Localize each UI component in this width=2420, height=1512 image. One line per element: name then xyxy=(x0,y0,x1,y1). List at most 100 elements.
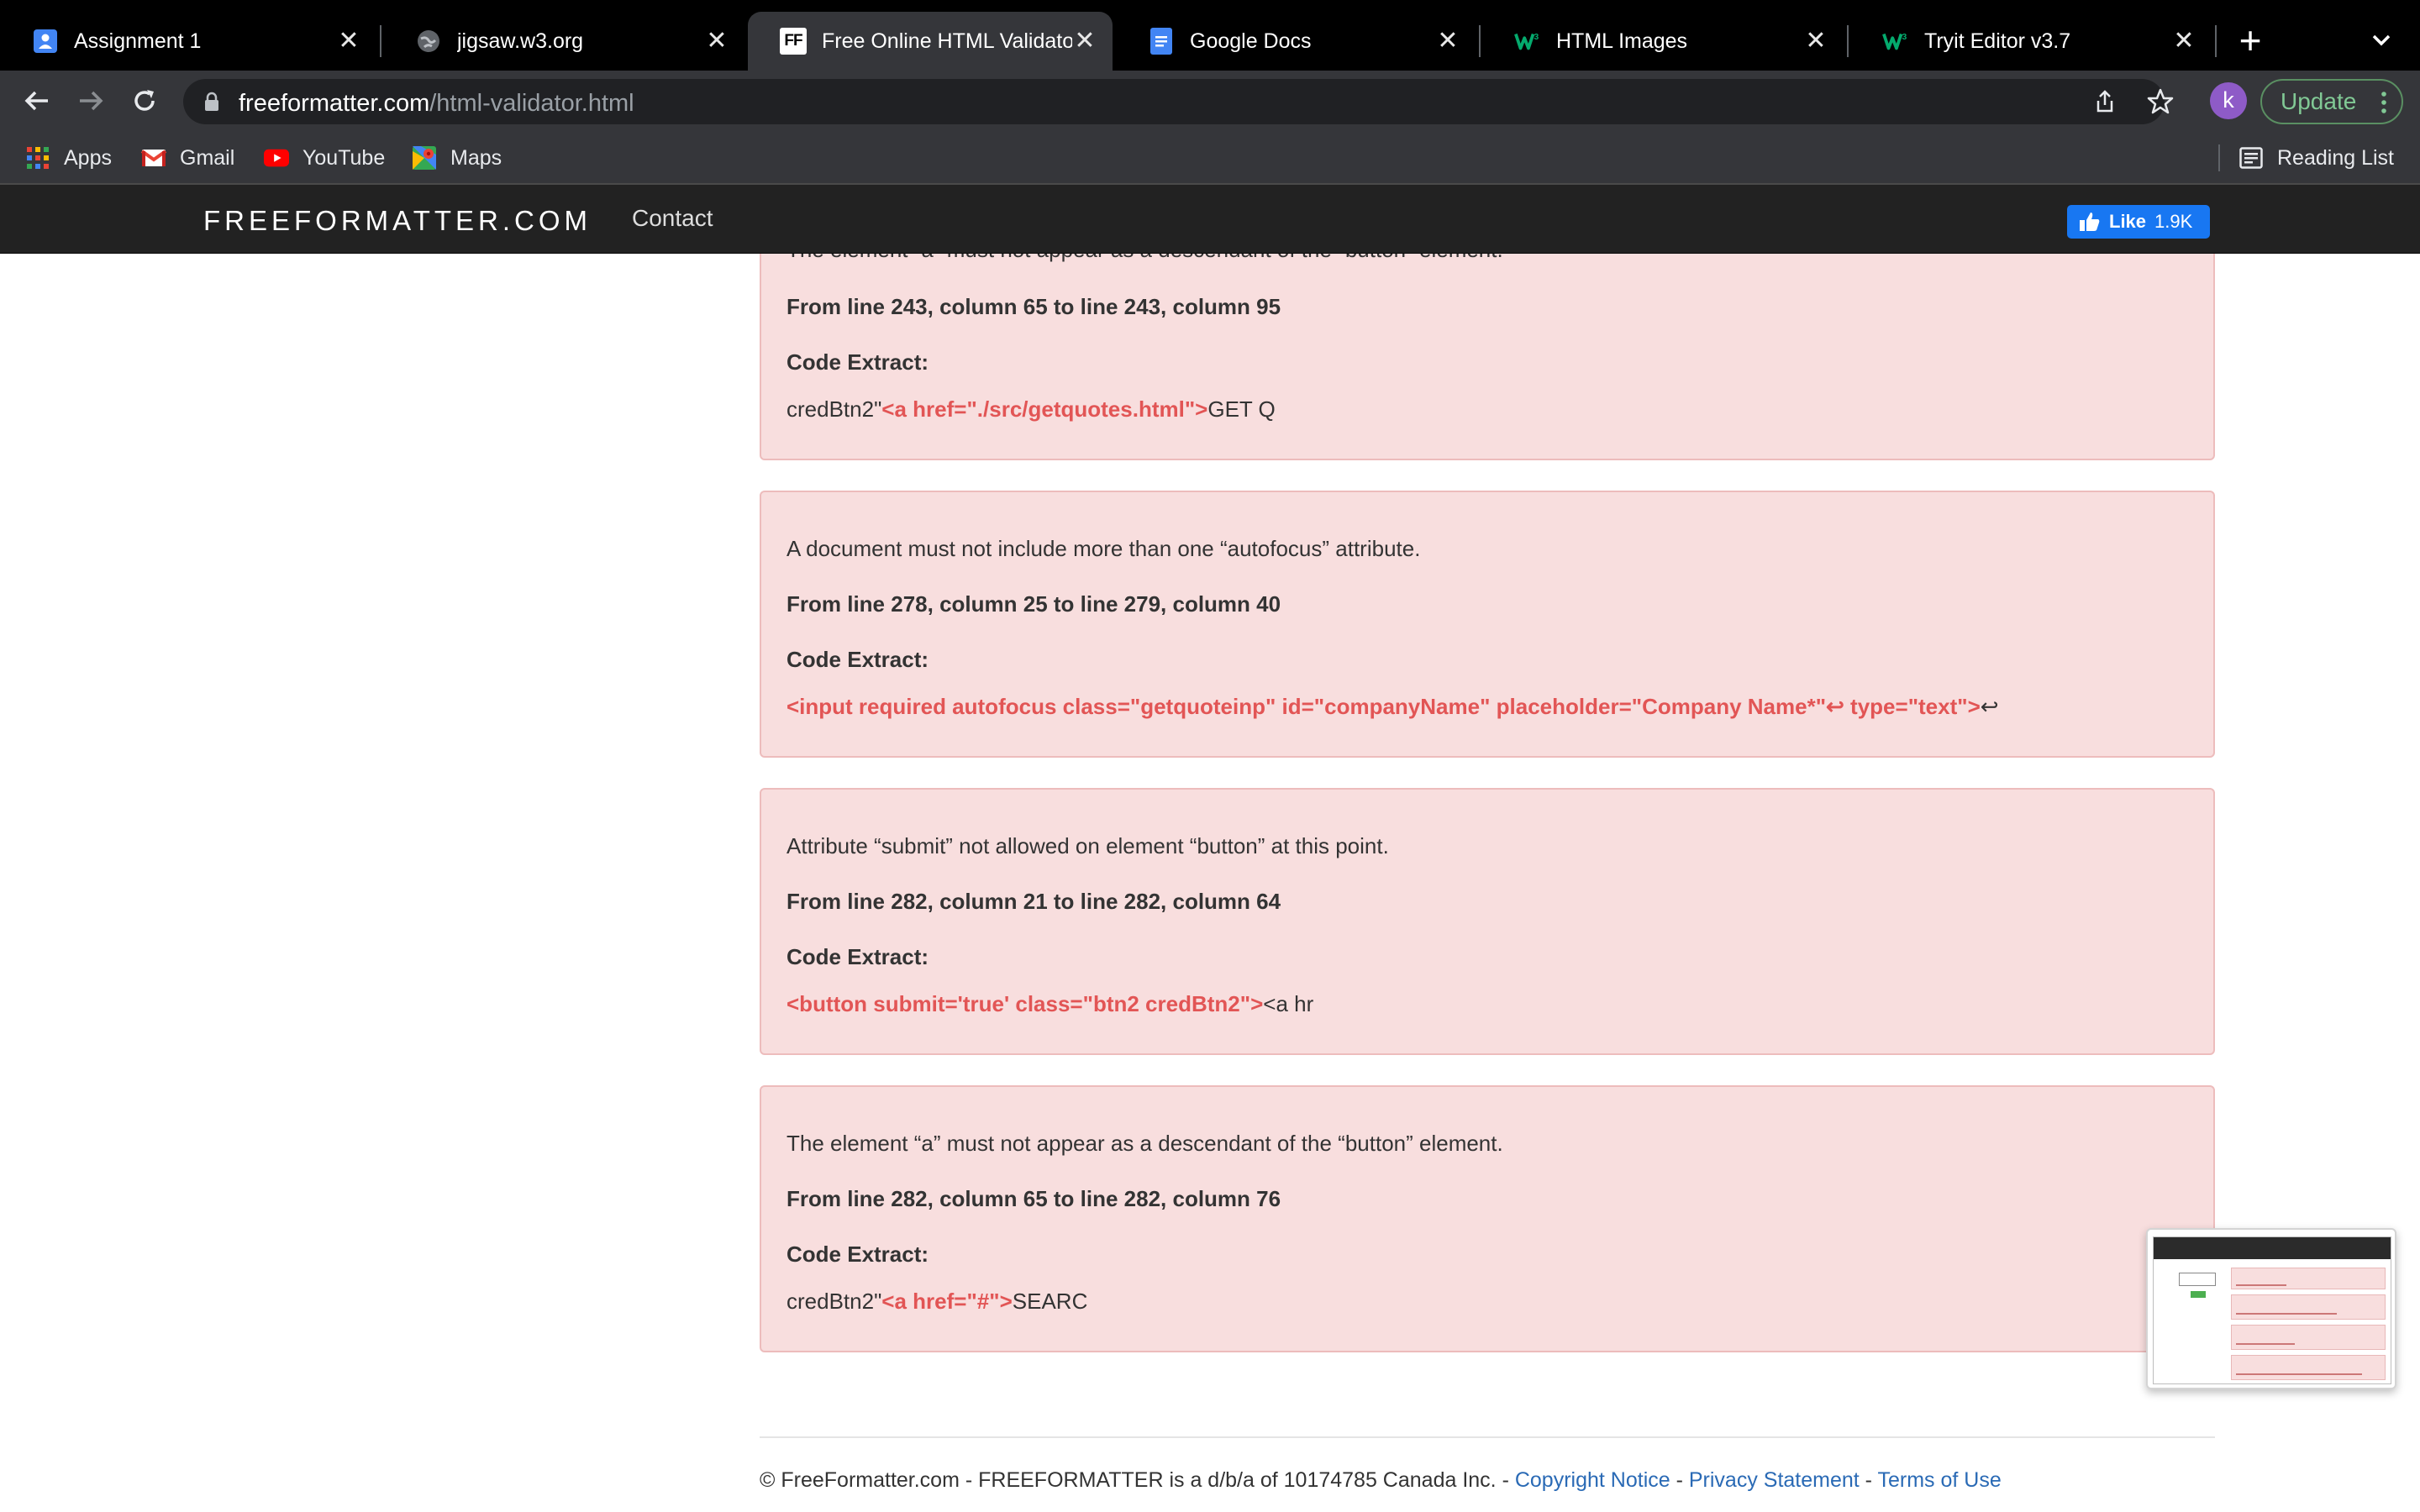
code-plain: ↩ xyxy=(1980,694,1999,719)
bookmark-apps[interactable]: Apps xyxy=(25,143,112,173)
gmail-icon xyxy=(141,145,166,171)
tab-separator xyxy=(2215,25,2217,57)
error-message: A document must not include more than on… xyxy=(786,536,1421,561)
bookmark-label: Maps xyxy=(450,145,502,170)
tab-free-online-html-validator[interactable]: FF Free Online HTML Validator ✕ xyxy=(748,12,1113,71)
footer-divider xyxy=(760,1436,2215,1438)
tab-separator xyxy=(380,25,381,57)
bookmarks-bar: Apps Gmail YouTube Maps Reading List xyxy=(0,131,2420,185)
code-highlight: type="text"> xyxy=(1844,694,1981,719)
tab-separator xyxy=(1479,25,1481,57)
validation-error-card: A document must not include more than on… xyxy=(760,491,2215,758)
back-arrow-icon[interactable] xyxy=(18,82,55,119)
thumbnail-card xyxy=(2231,1268,2386,1289)
thumbnail-card xyxy=(2231,1325,2386,1350)
code-plain: credBtn2" xyxy=(786,1289,882,1314)
address-bar[interactable]: freeformatter.com/html-validator.html xyxy=(183,79,2174,124)
reload-icon[interactable] xyxy=(126,82,163,119)
facebook-like-button[interactable]: Like 1.9K xyxy=(2067,205,2210,239)
bookmark-star-icon[interactable] xyxy=(2146,87,2175,116)
code-extract: <input required autofocus class="getquot… xyxy=(786,694,1999,720)
code-highlight: ↩ xyxy=(1826,694,1844,719)
code-plain: GET Q xyxy=(1207,396,1276,422)
profile-avatar[interactable]: k xyxy=(2210,82,2247,119)
screenshot-thumbnail-preview[interactable] xyxy=(2146,1228,2396,1389)
svg-text:3: 3 xyxy=(1534,33,1539,42)
classroom-icon xyxy=(32,28,59,55)
site-footer: © FreeFormatter.com - FREEFORMATTER is a… xyxy=(760,1468,2002,1493)
code-extract: credBtn2"<a href="#">SEARC xyxy=(786,1289,1087,1315)
code-highlight: <button submit='true' class="btn2 credBt… xyxy=(786,991,1264,1016)
kebab-menu-icon[interactable] xyxy=(2381,92,2386,113)
lock-icon[interactable] xyxy=(202,92,222,112)
bookmark-label: Gmail xyxy=(180,145,235,170)
bookmark-gmail[interactable]: Gmail xyxy=(141,143,234,173)
close-icon[interactable]: ✕ xyxy=(2171,29,2196,54)
maps-icon xyxy=(412,145,437,171)
tab-jigsaw[interactable]: jigsaw.w3.org ✕ xyxy=(383,12,744,71)
nav-contact-link[interactable]: Contact xyxy=(632,205,713,232)
code-extract: credBtn2"<a href="./src/getquotes.html">… xyxy=(786,396,1276,423)
thumbnail-diagram xyxy=(2179,1273,2216,1286)
validation-error-card: The element “a” must not appear as a des… xyxy=(760,220,2215,460)
tab-tryit-editor[interactable]: 3 Tryit Editor v3.7 ✕ xyxy=(1850,12,2212,71)
new-tab-plus-icon[interactable]: + xyxy=(2232,21,2269,60)
update-button[interactable]: Update xyxy=(2260,79,2403,124)
footer-copyright: © FreeFormatter.com - FREEFORMATTER is a… xyxy=(760,1468,1515,1492)
code-highlight: <a href="#"> xyxy=(881,1289,1013,1314)
thumbnail-image xyxy=(2153,1236,2391,1384)
bookmarks-separator xyxy=(2218,144,2220,171)
validation-error-card: The element “a” must not appear as a des… xyxy=(760,1085,2215,1352)
copyright-notice-link[interactable]: Copyright Notice xyxy=(1515,1468,1670,1492)
privacy-statement-link[interactable]: Privacy Statement xyxy=(1689,1468,1860,1492)
apps-grid-icon xyxy=(25,145,50,171)
thumbnail-card xyxy=(2231,1355,2386,1380)
close-icon[interactable]: ✕ xyxy=(1435,29,1460,54)
thumbnail-line xyxy=(2236,1284,2286,1286)
thumbnail-toolbar xyxy=(2154,1237,2391,1259)
youtube-icon xyxy=(264,145,289,171)
bookmark-label: YouTube xyxy=(302,145,386,170)
browser-toolbar: freeformatter.com/html-validator.html k … xyxy=(0,71,2420,131)
freeformatter-icon: FF xyxy=(780,28,807,55)
footer-separator: - xyxy=(1670,1468,1689,1492)
validation-error-card: Attribute “submit” not allowed on elemen… xyxy=(760,788,2215,1055)
error-location: From line 282, column 65 to line 282, co… xyxy=(786,1186,1281,1211)
error-message: The element “a” must not appear as a des… xyxy=(786,1131,1503,1156)
bookmark-maps[interactable]: Maps xyxy=(412,143,502,173)
bookmark-youtube[interactable]: YouTube xyxy=(264,143,385,173)
tab-google-docs[interactable]: Google Docs ✕ xyxy=(1116,12,1476,71)
error-location: From line 243, column 65 to line 243, co… xyxy=(786,294,1281,319)
site-brand-logo[interactable]: FREEFORMATTER.COM xyxy=(203,205,592,237)
url-host: freeformatter.com xyxy=(239,90,430,117)
svg-text:3: 3 xyxy=(1902,33,1907,42)
code-extract-label: Code Extract: xyxy=(786,1242,929,1267)
forward-arrow-icon[interactable] xyxy=(72,82,109,119)
freeformatter-icon-text: FF xyxy=(784,32,802,50)
tab-title: HTML Images xyxy=(1556,29,1688,53)
tab-title: jigsaw.w3.org xyxy=(457,29,584,53)
error-location: From line 278, column 25 to line 279, co… xyxy=(786,591,1281,617)
tab-search-chevron-icon[interactable] xyxy=(2366,25,2396,55)
code-extract-label: Code Extract: xyxy=(786,944,929,969)
tab-title: Assignment 1 xyxy=(74,29,202,53)
reading-list-button[interactable]: Reading List xyxy=(2238,143,2394,173)
close-icon[interactable]: ✕ xyxy=(1803,29,1828,54)
url-text[interactable]: freeformatter.com/html-validator.html xyxy=(239,90,634,118)
close-icon[interactable]: ✕ xyxy=(1072,29,1097,54)
code-plain: credBtn2" xyxy=(786,396,882,422)
share-icon[interactable] xyxy=(2092,89,2118,114)
tab-html-images[interactable]: 3 HTML Images ✕ xyxy=(1482,12,1844,71)
tab-assignment-1[interactable]: Assignment 1 ✕ xyxy=(0,12,376,71)
close-icon[interactable]: ✕ xyxy=(336,29,361,54)
like-label: Like xyxy=(2109,211,2147,232)
code-highlight: <input required autofocus class="getquot… xyxy=(786,694,1827,719)
close-icon[interactable]: ✕ xyxy=(704,29,729,54)
terms-of-use-link[interactable]: Terms of Use xyxy=(1878,1468,2002,1492)
code-extract-label: Code Extract: xyxy=(786,647,929,672)
tab-title: Tryit Editor v3.7 xyxy=(1924,29,2071,53)
code-extract-label: Code Extract: xyxy=(786,349,929,375)
reading-list-icon xyxy=(2238,145,2264,171)
code-plain: <a hr xyxy=(1263,991,1314,1016)
thumbnail-line xyxy=(2236,1313,2337,1315)
